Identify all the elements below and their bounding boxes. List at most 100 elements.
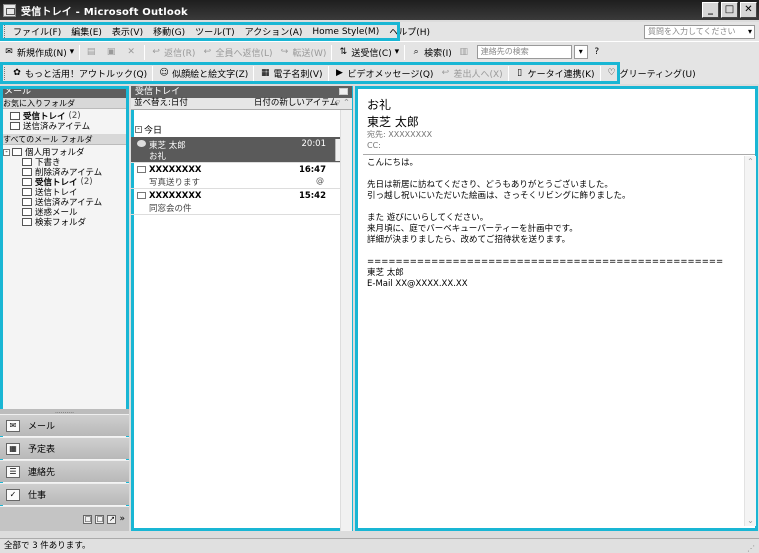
body-line: 来月頃に、庭でバーベキューパーティーを計画中です。	[367, 224, 578, 234]
menu-edit[interactable]: 編集(E)	[66, 25, 107, 38]
list-item[interactable]: XXXXXXXX 同窓会の件 15:42 ▿	[131, 189, 352, 215]
reply-button[interactable]: ↩ 返信(R)	[147, 46, 198, 59]
envelope-icon	[339, 88, 348, 95]
unread-mail-icon	[137, 166, 146, 173]
forward-button[interactable]: ↪ 転送(W)	[275, 46, 329, 59]
window-controls: _ □ ✕	[702, 2, 757, 18]
new-button[interactable]: ✉ 新規作成(N) ▾	[0, 46, 77, 59]
greeting-button[interactable]: ♡ グリーティング(U)	[603, 67, 699, 80]
sort-by-label[interactable]: 並べ替え:日付	[134, 98, 188, 108]
toolbar-separator	[599, 65, 601, 81]
toolbar-separator	[327, 65, 329, 81]
address-book-button[interactable]: ▥	[455, 47, 475, 58]
collapse-icon[interactable]: -	[3, 148, 10, 156]
sent-folder-icon	[10, 122, 20, 130]
nav-header: メール	[0, 86, 128, 98]
reading-to: 宛先: XXXXXXXX	[367, 130, 433, 139]
reply-sender-button[interactable]: ↩ 差出人へ(X)	[436, 67, 505, 80]
personal-folders[interactable]: - 個人用フォルダ	[0, 147, 128, 158]
menu-help[interactable]: ヘルプ(H)	[384, 25, 435, 38]
scroll-down-icon[interactable]: ⌄	[745, 515, 756, 526]
portrait-emoji-button[interactable]: ☺ 似顔絵と絵文字(Z)	[155, 67, 251, 80]
status-text: 全部で 3 件あります。	[4, 541, 91, 551]
sort-order-label[interactable]: 日付の新しいアイテム	[254, 98, 338, 109]
window-title: 受信トレイ - Microsoft Outlook	[21, 6, 188, 18]
sort-direction-icon[interactable]: ▿ ⌃	[336, 98, 350, 109]
outlook-app-icon[interactable]	[3, 3, 16, 17]
mobile-link-button[interactable]: ▯ ケータイ連携(K)	[511, 67, 598, 80]
move-folder-icon: ▣	[106, 46, 116, 57]
toolbar-separator	[331, 44, 333, 60]
nav-button-mail[interactable]: ✉ メール	[0, 414, 129, 436]
body-line: また 遊びにいらしてください。	[367, 213, 489, 223]
help-question-placeholder: 質問を入力してください	[648, 27, 736, 36]
help-icon: ?	[594, 46, 600, 57]
folder-list-shortcut-icon[interactable]: □	[95, 514, 105, 524]
configure-buttons-icon[interactable]: »	[119, 514, 125, 524]
unread-mail-icon	[137, 192, 146, 199]
maximize-button[interactable]: □	[721, 2, 738, 18]
notes-shortcut-icon[interactable]: □	[83, 514, 93, 524]
mail-icon: ✉	[6, 419, 20, 432]
nav-button-tasks[interactable]: ✓ 仕事	[0, 483, 129, 505]
delete-button[interactable]: ✕	[122, 47, 142, 58]
help-question-input[interactable]: 質問を入力してください ▾	[644, 25, 755, 39]
search-folder-icon	[22, 218, 32, 226]
message-list-scrollbar[interactable]	[340, 110, 352, 531]
menu-file[interactable]: ファイル(F)	[8, 25, 66, 38]
contact-search-dropdown[interactable]: ▾	[573, 45, 588, 59]
sort-bar[interactable]: 並べ替え:日付 日付の新しいアイテム ▿ ⌃	[131, 98, 352, 110]
menubar-grip[interactable]	[4, 25, 5, 38]
move-button[interactable]: ▣	[102, 47, 122, 58]
favorite-sent-items[interactable]: 送信済みアイテム	[0, 121, 128, 132]
drafts-folder-icon	[22, 158, 32, 166]
message-body[interactable]: こんにちは。 先日は新居に訪ねてくださり、どうもありがとうございました。 引っ越…	[367, 158, 737, 290]
menu-home-style[interactable]: Home Style(M)	[307, 27, 384, 37]
print-button[interactable]: ▤	[82, 47, 102, 58]
nav-button-contacts[interactable]: ☰ 連絡先	[0, 460, 129, 482]
addin-toolbar-grip[interactable]	[4, 66, 5, 80]
favorites-header: お気に入りフォルダ	[0, 98, 128, 109]
menu-view[interactable]: 表示(V)	[107, 25, 148, 38]
group-header-today[interactable]: - 今日	[131, 121, 352, 137]
close-button[interactable]: ✕	[740, 2, 757, 18]
search-icon: ⌕	[413, 46, 419, 57]
body-line: 先日は新居に訪ねてくださり、どうもありがとうございました。	[367, 180, 613, 190]
menu-tools[interactable]: ツール(T)	[190, 25, 240, 38]
resize-grip-icon[interactable]: ⋰	[747, 542, 757, 553]
send-receive-button[interactable]: ⇅ 送受信(C) ▾	[334, 46, 402, 59]
message-sender: XXXXXXXX	[149, 165, 202, 175]
shortcuts-shortcut-icon[interactable]: ↗	[107, 514, 117, 524]
list-item[interactable]: XXXXXXXX 写真送ります 16:47 @ ▿	[131, 163, 352, 189]
contact-search-input[interactable]: 連絡先の検索	[476, 45, 572, 59]
minimize-button[interactable]: _	[702, 2, 719, 18]
body-line: E-Mail XX@XXXX.XX.XX	[367, 279, 468, 289]
nav-button-calendar[interactable]: ▦ 予定表	[0, 437, 129, 459]
video-message-button[interactable]: ▶ ビデオメッセージ(Q)	[331, 67, 437, 80]
body-line: こんにちは。	[367, 158, 419, 168]
reply-all-button[interactable]: ↩ 全員へ返信(L)	[198, 46, 275, 59]
menu-actions[interactable]: アクション(A)	[240, 25, 308, 38]
menu-go[interactable]: 移動(G)	[148, 25, 190, 38]
delete-icon: ✕	[127, 46, 135, 57]
folder-search[interactable]: 検索フォルダ	[0, 217, 128, 228]
mobile-phone-icon: ▯	[517, 67, 523, 78]
sent-folder-icon	[22, 198, 32, 206]
attachment-icon: @	[316, 176, 324, 185]
scroll-up-icon[interactable]: ⌃	[745, 156, 756, 167]
reading-sender[interactable]: 東芝 太郎	[367, 113, 419, 130]
inbox-folder-icon	[22, 178, 32, 186]
toolbar-separator	[253, 65, 255, 81]
message-time: 16:47	[298, 165, 326, 175]
business-card-button[interactable]: ▦ 電子名刺(V)	[256, 67, 325, 80]
collapse-group-icon[interactable]: -	[135, 125, 142, 133]
list-item[interactable]: 東芝 太郎 お礼 20:01 ▿	[131, 137, 352, 163]
outlook-tips-button[interactable]: ✿ もっと活用！アウトルック(Q)	[8, 67, 150, 80]
help-button[interactable]: ?	[588, 47, 608, 58]
search-button[interactable]: ⌕ 検索(I)	[407, 46, 455, 59]
inbox-folder-icon	[10, 112, 20, 120]
reading-divider	[363, 154, 755, 155]
reading-scrollbar[interactable]: ⌃ ⌄	[744, 156, 756, 526]
tasks-icon: ✓	[6, 488, 20, 501]
help-dropdown-arrow-icon[interactable]: ▾	[748, 26, 752, 38]
